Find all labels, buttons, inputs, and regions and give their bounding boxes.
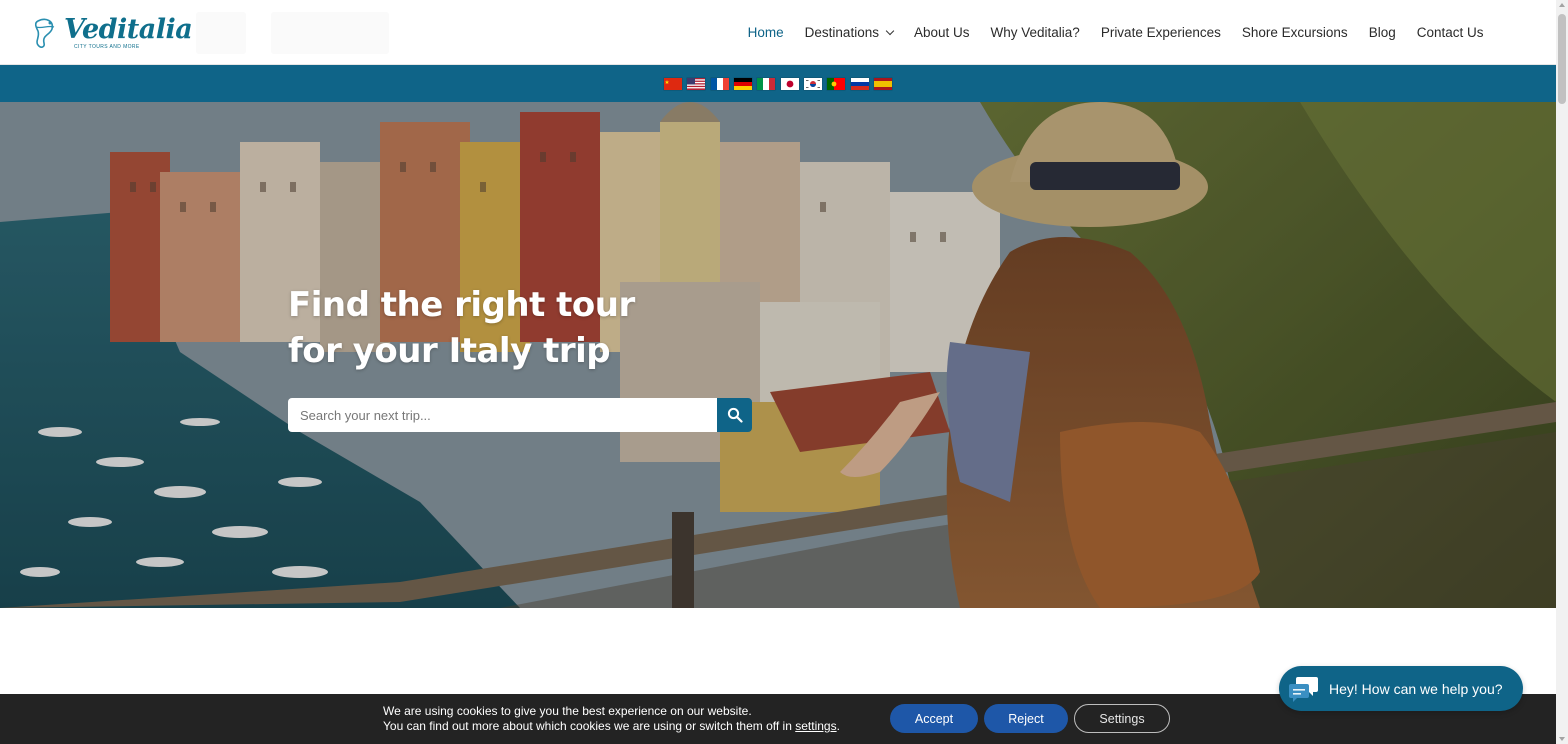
logo-text: Veditalia bbox=[64, 14, 193, 45]
flag-spain-icon[interactable] bbox=[873, 77, 892, 90]
flag-korea-icon[interactable] bbox=[803, 77, 822, 90]
page-scrollbar[interactable] bbox=[1556, 0, 1568, 744]
search-icon bbox=[727, 407, 743, 423]
page: Veditalia CITY TOURS AND MORE Home Desti… bbox=[0, 0, 1568, 744]
hero-search bbox=[288, 398, 752, 432]
flag-france-icon[interactable] bbox=[710, 77, 729, 90]
flag-usa-icon[interactable] bbox=[687, 77, 706, 90]
flag-china-icon[interactable] bbox=[664, 77, 683, 90]
nav-destinations-label: Destinations bbox=[804, 25, 879, 40]
chat-widget-button[interactable]: Hey! How can we help you? bbox=[1279, 666, 1523, 711]
header-badge-placeholder bbox=[196, 12, 246, 54]
search-button[interactable] bbox=[717, 398, 752, 432]
flag-germany-icon[interactable] bbox=[734, 77, 753, 90]
flag-portugal-icon[interactable] bbox=[827, 77, 846, 90]
header-banner-placeholder bbox=[271, 12, 389, 54]
main-nav: Home Destinations About Us Why Veditalia… bbox=[737, 0, 1494, 65]
reject-cookies-button[interactable]: Reject bbox=[984, 704, 1068, 733]
scroll-up-icon[interactable] bbox=[1559, 3, 1565, 7]
flag-russia-icon[interactable] bbox=[850, 77, 869, 90]
cookie-settings-link[interactable]: settings bbox=[795, 719, 836, 733]
site-logo[interactable]: Veditalia CITY TOURS AND MORE bbox=[32, 12, 193, 54]
nav-destinations[interactable]: Destinations bbox=[794, 25, 903, 40]
search-input[interactable] bbox=[288, 398, 717, 432]
hero-banner: Find the right tour for your Italy trip bbox=[0, 102, 1556, 608]
nav-home[interactable]: Home bbox=[737, 25, 794, 40]
site-header: Veditalia CITY TOURS AND MORE Home Desti… bbox=[0, 0, 1556, 65]
logo-mark-icon bbox=[32, 15, 62, 51]
scroll-down-icon[interactable] bbox=[1559, 737, 1565, 741]
nav-about-us[interactable]: About Us bbox=[903, 25, 980, 40]
hero-title: Find the right tour for your Italy trip bbox=[288, 285, 635, 371]
cookie-message: We are using cookies to give you the bes… bbox=[383, 704, 840, 733]
language-bar bbox=[0, 65, 1556, 102]
scroll-thumb[interactable] bbox=[1558, 14, 1566, 104]
nav-contact-us[interactable]: Contact Us bbox=[1406, 25, 1494, 40]
cookie-settings-button[interactable]: Settings bbox=[1074, 704, 1170, 733]
chevron-down-icon bbox=[885, 26, 895, 35]
nav-why-veditalia[interactable]: Why Veditalia? bbox=[980, 25, 1090, 40]
flag-italy-icon[interactable] bbox=[757, 77, 776, 90]
nav-blog[interactable]: Blog bbox=[1358, 25, 1406, 40]
flag-japan-icon[interactable] bbox=[780, 77, 799, 90]
chat-widget-label: Hey! How can we help you? bbox=[1329, 680, 1503, 697]
logo-tagline: CITY TOURS AND MORE bbox=[74, 44, 140, 50]
chat-bubble-icon bbox=[1289, 675, 1319, 703]
accept-cookies-button[interactable]: Accept bbox=[890, 704, 978, 733]
nav-private-experiences[interactable]: Private Experiences bbox=[1090, 25, 1231, 40]
nav-shore-excursions[interactable]: Shore Excursions bbox=[1231, 25, 1358, 40]
